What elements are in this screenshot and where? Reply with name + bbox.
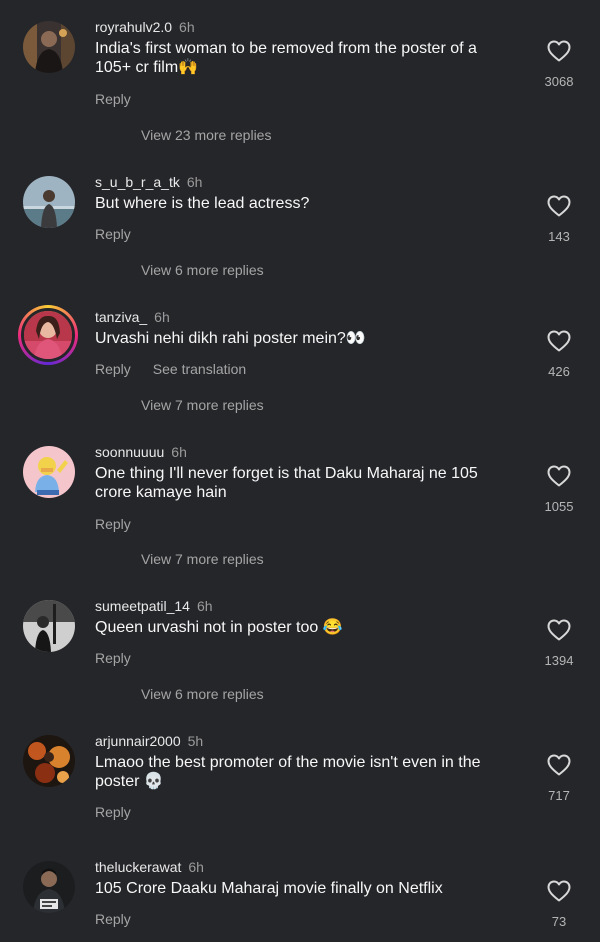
timestamp: 6h — [171, 444, 187, 460]
timestamp: 5h — [187, 733, 204, 749]
heart-outline-icon[interactable] — [547, 40, 571, 62]
username[interactable]: theluckerawat — [95, 859, 181, 875]
comment-text: 105 Crore Daaku Maharaj movie finally on… — [95, 880, 443, 897]
view-more-replies[interactable]: View 7 more replies — [141, 397, 264, 413]
heart-outline-icon[interactable] — [547, 195, 571, 217]
heart-outline-icon[interactable] — [547, 619, 571, 641]
like-button[interactable]: 73 — [536, 880, 582, 929]
avatar-story-ring[interactable] — [18, 305, 78, 365]
username[interactable]: soonnuuuu — [95, 444, 164, 460]
timestamp: 6h — [188, 859, 204, 875]
avatar[interactable] — [23, 446, 75, 498]
reply-button[interactable]: Reply — [95, 226, 131, 242]
like-count: 1394 — [544, 653, 574, 668]
reply-row: Reply — [95, 226, 131, 242]
like-button[interactable]: 1394 — [536, 619, 582, 668]
reply-button[interactable]: Reply — [95, 804, 131, 820]
username-line: soonnuuuu 6h — [95, 444, 187, 460]
timestamp: 6h — [154, 309, 170, 325]
username[interactable]: royrahulv2.0 — [95, 19, 172, 35]
comment-text: But where is the lead actress? — [95, 195, 310, 212]
reply-button[interactable]: Reply — [95, 911, 131, 927]
view-more-replies[interactable]: View 6 more replies — [141, 686, 264, 702]
username[interactable]: arjunnair2000 — [95, 733, 181, 749]
heart-outline-icon[interactable] — [547, 880, 571, 902]
like-button[interactable]: 1055 — [536, 465, 582, 514]
like-count: 73 — [551, 914, 567, 929]
timestamp: 6h — [186, 174, 203, 190]
like-button[interactable]: 3068 — [536, 40, 582, 89]
like-count: 143 — [548, 229, 570, 244]
like-count: 426 — [548, 364, 570, 379]
reply-row: Reply — [95, 650, 131, 666]
reply-row: Reply See translation — [95, 361, 246, 377]
like-button[interactable]: 143 — [536, 195, 582, 244]
comment-text: India's first woman to be removed from t… — [95, 40, 477, 76]
like-count: 717 — [548, 788, 570, 803]
username-line: s_u_b_r_a_tk 6h — [95, 174, 202, 190]
username[interactable]: s_u_b_r_a_tk — [95, 174, 180, 190]
avatar — [21, 308, 75, 362]
see-translation-button[interactable]: See translation — [153, 361, 246, 377]
reply-button[interactable]: Reply — [95, 650, 131, 666]
username-line: sumeetpatil_14 6h — [95, 598, 213, 614]
reply-row: Reply — [95, 91, 131, 107]
username-line: theluckerawat 6h — [95, 859, 204, 875]
reply-button[interactable]: Reply — [95, 91, 131, 107]
like-count: 1055 — [544, 499, 574, 514]
username[interactable]: sumeetpatil_14 — [95, 598, 190, 614]
view-more-replies[interactable]: View 23 more replies — [141, 127, 271, 143]
heart-outline-icon[interactable] — [547, 465, 571, 487]
reply-row: Reply — [95, 804, 131, 820]
avatar[interactable] — [23, 600, 75, 652]
like-button[interactable]: 717 — [536, 754, 582, 803]
view-more-replies[interactable]: View 7 more replies — [141, 551, 264, 567]
view-more-replies[interactable]: View 6 more replies — [141, 262, 264, 278]
reply-button[interactable]: Reply — [95, 361, 131, 377]
avatar[interactable] — [23, 21, 75, 73]
comment-text: One thing I'll never forget is that Daku… — [95, 465, 478, 501]
reply-row: Reply — [95, 516, 131, 532]
reply-button[interactable]: Reply — [95, 516, 131, 532]
timestamp: 6h — [179, 19, 195, 35]
avatar[interactable] — [23, 861, 75, 913]
like-button[interactable]: 426 — [536, 330, 582, 379]
reply-row: Reply — [95, 911, 131, 927]
avatar[interactable] — [23, 735, 75, 787]
username[interactable]: tanziva_ — [95, 309, 147, 325]
comment-text: Urvashi nehi dikh rahi poster mein?👀 — [95, 330, 366, 347]
avatar[interactable] — [23, 176, 75, 228]
like-count: 3068 — [544, 74, 574, 89]
comment-text: Queen urvashi not in poster too 😂 — [95, 619, 343, 636]
heart-outline-icon[interactable] — [547, 754, 571, 776]
timestamp: 6h — [196, 598, 213, 614]
comment-text: Lmaoo the best promoter of the movie isn… — [95, 754, 481, 790]
username-line: tanziva_ 6h — [95, 309, 170, 325]
username-line: arjunnair2000 5h — [95, 733, 203, 749]
heart-outline-icon[interactable] — [547, 330, 571, 352]
username-line: royrahulv2.0 6h — [95, 19, 195, 35]
